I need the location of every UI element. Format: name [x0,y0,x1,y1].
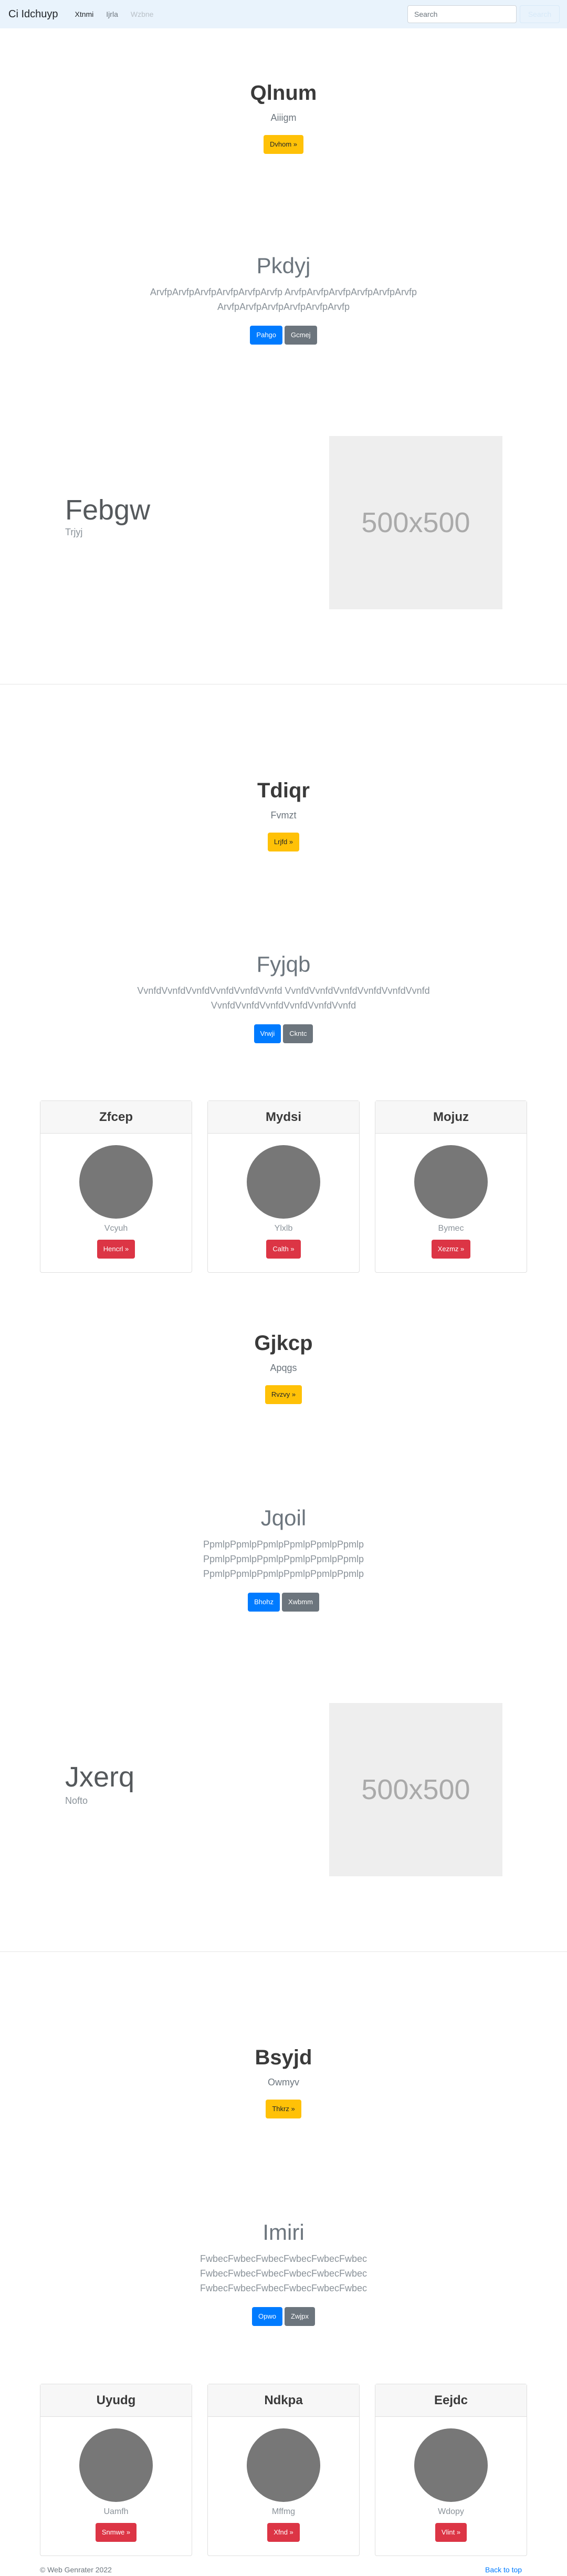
card-text: Ylxlb [274,1224,293,1233]
search-button[interactable]: Search [520,5,560,23]
nav-link-3[interactable]: Wzbne [131,10,154,18]
lead-line: PpmlpPpmlpPpmlpPpmlpPpmlpPpmlp [203,1554,364,1564]
lead-section-2: Fyjqb VvnfdVvnfdVvnfdVvnfdVvnfdVvnfd Vvn… [0,952,567,1043]
lead-line: FwbecFwbecFwbecFwbecFwbecFwbec [200,2283,368,2293]
section-title: Bsyjd [255,2046,312,2069]
section-title: Gjkcp [254,1332,313,1355]
lead-line: VvnfdVvnfdVvnfdVvnfdVvnfdVvnfd VvnfdVvnf… [137,985,430,996]
card: Ndkpa Mffmg Xfnd » [207,2384,360,2556]
card-title: Uyudg [40,2384,192,2417]
lead-line: FwbecFwbecFwbecFwbecFwbecFwbec [200,2268,368,2279]
section-subtitle: Fvmzt [270,810,297,820]
card-button[interactable]: Calth » [266,1240,301,1259]
section-subtitle: Aiiigm [270,112,297,123]
section-title: Jqoil [260,1505,307,1530]
footer-copyright: © Web Genrater 2022 [40,2565,112,2574]
card-text: Bymec [438,1224,464,1233]
feature-subheading: Nofto [65,1795,88,1806]
card-button[interactable]: Snmwe » [95,2523,137,2542]
primary-button[interactable]: Bhohz [248,1593,280,1612]
brand[interactable]: Ci Idchuyp [8,8,58,20]
section-title: Pkdyj [256,253,311,278]
card-title: Mojuz [375,1101,527,1134]
jumbotron-2: Tdiqr Fvmzt Lrjfd » [0,779,567,851]
section-title: Tdiqr [257,779,310,802]
card: Uyudg Uamfh Snmwe » [40,2384,192,2556]
search-input[interactable] [407,5,517,23]
lead-section-3: Jqoil PpmlpPpmlpPpmlpPpmlpPpmlpPpmlp Ppm… [0,1505,567,1612]
card: Zfcep Vcyuh Hencrl » [40,1100,192,1273]
lead-line: FwbecFwbecFwbecFwbecFwbecFwbec [200,2253,368,2264]
navbar: Ci Idchuyp Xtnmi Ijrla Wzbne Search [0,0,567,28]
section-subtitle: Apqgs [270,1363,297,1373]
section-subtitle: Owmyv [268,2077,299,2087]
back-to-top-link[interactable]: Back to top [485,2565,522,2574]
card-button[interactable]: Xfnd » [267,2523,300,2542]
secondary-button[interactable]: Xwbmm [281,1593,319,1612]
nav-link-2[interactable]: Ijrla [106,10,118,18]
card-title: Zfcep [40,1101,192,1134]
card-title: Mydsi [208,1101,359,1134]
card: Mydsi Ylxlb Calth » [207,1100,360,1273]
avatar [414,2428,488,2502]
cta-button[interactable]: Thkrz » [266,2100,301,2118]
card-text: Mffmg [271,2507,296,2516]
lead-line: VvnfdVvnfdVvnfdVvnfdVvnfdVvnfd [211,1000,356,1011]
cta-button[interactable]: Rvzvy » [265,1385,302,1404]
cta-button[interactable]: Lrjfd » [267,833,300,851]
lead-section-4: Imiri FwbecFwbecFwbecFwbecFwbecFwbec Fwb… [0,2220,567,2326]
feature-heading: Jxerq [65,1761,135,1793]
lead-line: ArvfpArvfpArvfpArvfpArvfpArvfp ArvfpArvf… [150,287,417,297]
card: Mojuz Bymec Xezmz » [375,1100,527,1273]
avatar [247,2428,320,2502]
placeholder-image: 500x500 [329,1703,502,1876]
image-size-label: 500x500 [361,1774,470,1805]
primary-button[interactable]: Pahgo [250,326,283,345]
secondary-button[interactable]: Zwjpx [285,2307,315,2326]
card-text: Uamfh [103,2507,129,2516]
section-title: Qlnum [250,81,317,105]
card-title: Eejdc [375,2384,527,2417]
card-title: Ndkpa [208,2384,359,2417]
card-text: Vcyuh [104,1224,128,1233]
secondary-button[interactable]: Gcmej [285,326,317,345]
feature-heading: Febgw [65,494,151,526]
avatar [247,1145,320,1219]
placeholder-image: 500x500 [329,436,502,609]
avatar [414,1145,488,1219]
jumbotron-4: Bsyjd Owmyv Thkrz » [0,2046,567,2118]
card: Eejdc Wdopy Vlint » [375,2384,527,2556]
secondary-button[interactable]: Ckntc [283,1024,313,1043]
card-button[interactable]: Vlint » [435,2523,467,2542]
primary-button[interactable]: Opwo [252,2307,282,2326]
image-size-label: 500x500 [361,507,470,538]
card-button[interactable]: Xezmz » [431,1240,471,1259]
jumbotron-1: Qlnum Aiiigm Dvhom » [0,81,567,154]
lead-section-1: Pkdyj ArvfpArvfpArvfpArvfpArvfpArvfp Arv… [0,253,567,345]
avatar [79,1145,153,1219]
nav-link-1[interactable]: Xtnmi [75,10,94,18]
card-text: Wdopy [438,2507,464,2516]
divider [0,1951,567,1952]
lead-line: PpmlpPpmlpPpmlpPpmlpPpmlpPpmlp [203,1569,364,1579]
feature-subheading: Trjyj [65,527,83,537]
jumbotron-3: Gjkcp Apqgs Rvzvy » [0,1332,567,1404]
lead-line: ArvfpArvfpArvfpArvfpArvfpArvfp [217,302,350,312]
cta-button[interactable]: Dvhom » [263,135,304,154]
avatar [79,2428,153,2502]
section-title: Imiri [262,2220,304,2245]
card-button[interactable]: Hencrl » [97,1240,135,1259]
section-title: Fyjqb [256,952,311,977]
primary-button[interactable]: Vrwji [254,1024,281,1043]
lead-line: PpmlpPpmlpPpmlpPpmlpPpmlpPpmlp [203,1539,364,1550]
